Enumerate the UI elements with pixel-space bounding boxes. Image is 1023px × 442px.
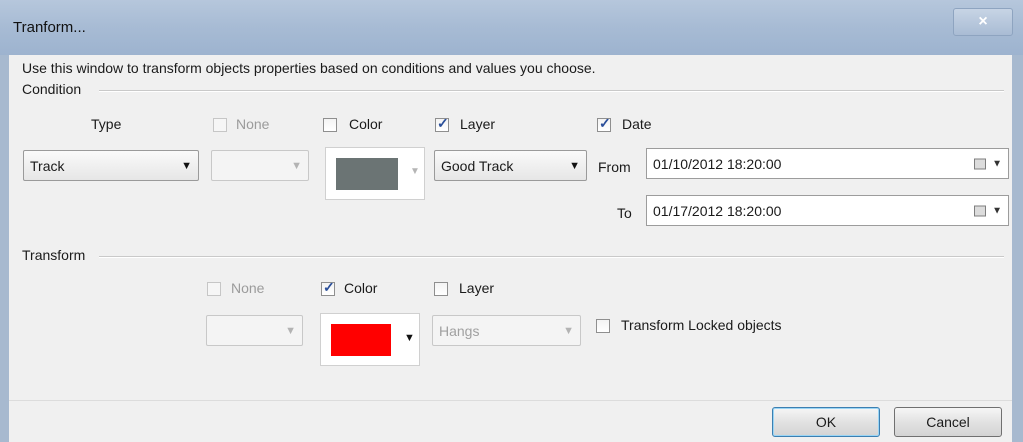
transform-none-label: None bbox=[231, 280, 265, 296]
condition-none-checkbox[interactable] bbox=[213, 118, 227, 132]
condition-layer-dropdown[interactable]: Good Track ▼ bbox=[434, 150, 587, 181]
from-label: From bbox=[598, 159, 631, 175]
chevron-down-icon: ▼ bbox=[404, 332, 415, 344]
transform-color-picker[interactable]: ▼ bbox=[320, 313, 420, 366]
cancel-button[interactable]: Cancel bbox=[894, 407, 1002, 437]
description-text: Use this window to transform objects pro… bbox=[22, 60, 596, 76]
condition-group-label: Condition bbox=[22, 81, 82, 97]
chevron-down-icon: ▼ bbox=[181, 159, 192, 172]
window-frame-right bbox=[1012, 55, 1023, 442]
chevron-down-icon: ▼ bbox=[992, 158, 1002, 169]
condition-color-picker[interactable]: ▼ bbox=[325, 147, 425, 200]
close-button[interactable]: × bbox=[953, 8, 1013, 36]
condition-layer-label: Layer bbox=[460, 116, 496, 132]
transform-locked-checkbox[interactable] bbox=[596, 319, 610, 333]
chevron-down-icon: ▼ bbox=[992, 205, 1002, 216]
transform-layer-label: Layer bbox=[459, 280, 495, 296]
calendar-icon bbox=[974, 205, 986, 216]
condition-date-checkbox[interactable] bbox=[597, 115, 611, 132]
transform-group-divider bbox=[99, 256, 1004, 258]
condition-layer-value: Good Track bbox=[441, 157, 514, 174]
condition-group-divider bbox=[99, 90, 1004, 92]
type-label: Type bbox=[91, 116, 122, 132]
type-dropdown[interactable]: Track ▼ bbox=[23, 150, 199, 181]
chevron-down-icon: ▼ bbox=[563, 324, 574, 337]
condition-color-label: Color bbox=[349, 116, 383, 132]
ok-button[interactable]: OK bbox=[772, 407, 880, 437]
title-bar[interactable]: Tranform... × bbox=[0, 0, 1023, 55]
condition-date-label: Date bbox=[622, 116, 652, 132]
transform-dialog: Tranform... × Use this window to transfo… bbox=[0, 0, 1023, 442]
type-value: Track bbox=[30, 157, 65, 174]
condition-none-label: None bbox=[236, 116, 270, 132]
ok-button-label: OK bbox=[815, 414, 837, 430]
transform-none-dropdown[interactable]: ▼ bbox=[206, 315, 303, 346]
transform-color-checkbox[interactable] bbox=[321, 279, 335, 296]
transform-none-checkbox[interactable] bbox=[207, 282, 221, 296]
cancel-button-label: Cancel bbox=[926, 414, 970, 430]
condition-color-checkbox[interactable] bbox=[323, 118, 337, 132]
from-date-picker[interactable]: 01/10/2012 18:20:00 ▼ bbox=[646, 148, 1009, 179]
close-icon: × bbox=[978, 13, 988, 30]
calendar-icon bbox=[974, 158, 986, 169]
transform-locked-label: Transform Locked objects bbox=[621, 317, 782, 333]
dialog-body: Use this window to transform objects pro… bbox=[9, 55, 1012, 442]
to-label: To bbox=[617, 205, 632, 221]
transform-layer-value: Hangs bbox=[439, 322, 480, 339]
window-title: Tranform... bbox=[13, 19, 86, 36]
to-date-value: 01/17/2012 18:20:00 bbox=[653, 202, 782, 219]
transform-layer-checkbox[interactable] bbox=[434, 282, 448, 296]
from-date-value: 01/10/2012 18:20:00 bbox=[653, 155, 782, 172]
to-date-picker[interactable]: 01/17/2012 18:20:00 ▼ bbox=[646, 195, 1009, 226]
condition-none-dropdown[interactable]: ▼ bbox=[211, 150, 309, 181]
chevron-down-icon: ▼ bbox=[569, 159, 580, 172]
chevron-down-icon: ▼ bbox=[285, 324, 296, 337]
condition-color-swatch bbox=[336, 158, 398, 190]
transform-color-label: Color bbox=[344, 280, 378, 296]
transform-color-swatch bbox=[331, 324, 391, 356]
transform-group-label: Transform bbox=[22, 247, 86, 263]
footer-divider bbox=[9, 400, 1012, 401]
window-frame-left bbox=[0, 55, 9, 442]
chevron-down-icon: ▼ bbox=[291, 159, 302, 172]
chevron-down-icon: ▼ bbox=[410, 166, 420, 177]
transform-layer-dropdown[interactable]: Hangs ▼ bbox=[432, 315, 581, 346]
condition-layer-checkbox[interactable] bbox=[435, 115, 449, 132]
